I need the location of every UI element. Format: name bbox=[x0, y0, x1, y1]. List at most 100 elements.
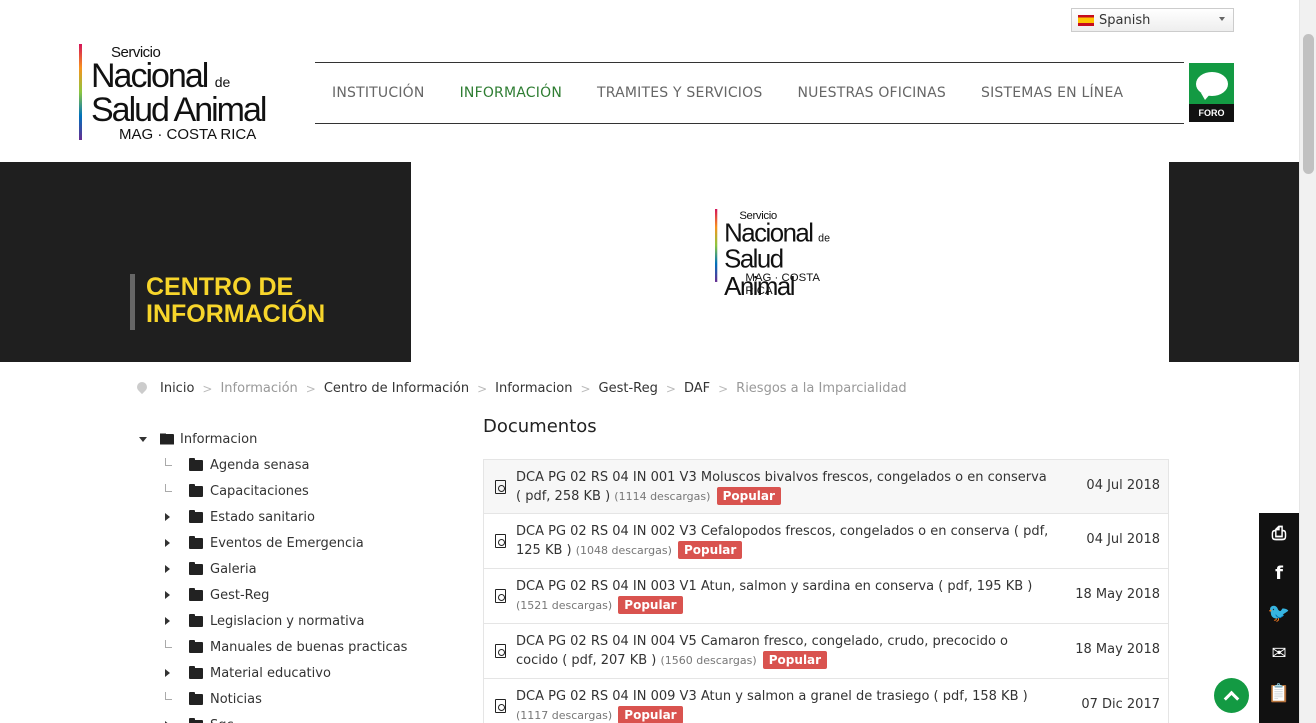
nav-item-2[interactable]: TRAMITES Y SERVICIOS bbox=[597, 85, 762, 101]
download-count: (1521 descargas) bbox=[516, 599, 613, 612]
breadcrumb-separator: > bbox=[477, 381, 488, 396]
folder-open-icon bbox=[160, 433, 174, 445]
caret-right-icon[interactable] bbox=[165, 617, 170, 625]
hero-logo-line4: MAG · COSTA RICA bbox=[745, 271, 820, 298]
folder-icon bbox=[189, 639, 203, 653]
page-title: CENTRO DE INFORMACIÓN bbox=[146, 274, 325, 328]
caret-down-icon[interactable] bbox=[139, 436, 147, 442]
popular-badge: Popular bbox=[618, 596, 683, 614]
location-pin-icon bbox=[137, 382, 147, 395]
foro-button[interactable]: FORO bbox=[1189, 63, 1234, 122]
folder-icon bbox=[189, 613, 203, 627]
tree-item[interactable]: Gest-Reg bbox=[137, 582, 467, 608]
breadcrumb-separator: > bbox=[202, 381, 213, 396]
tree-item[interactable]: Agenda senasa bbox=[137, 452, 467, 478]
document-link[interactable]: DCA PG 02 RS 04 IN 009 V3 Atun y salmon … bbox=[516, 689, 1028, 704]
scrollbar-thumb[interactable] bbox=[1303, 34, 1314, 174]
tree-root-label: Informacion bbox=[180, 431, 258, 447]
breadcrumb-item-1: Información bbox=[220, 381, 298, 396]
tree-item[interactable]: Sgc bbox=[137, 712, 467, 723]
document-row[interactable]: DCA PG 02 RS 04 IN 001 V3 Moluscos bival… bbox=[483, 459, 1169, 514]
document-row[interactable]: DCA PG 02 RS 04 IN 002 V3 Cefalopodos fr… bbox=[483, 514, 1169, 569]
breadcrumb-item-0[interactable]: Inicio bbox=[160, 381, 194, 396]
facebook-icon[interactable]: f bbox=[1259, 553, 1299, 593]
download-count: (1560 descargas) bbox=[660, 654, 757, 667]
tree-elbow-line bbox=[165, 640, 172, 648]
tree-item[interactable]: Capacitaciones bbox=[137, 478, 467, 504]
page-title-line1: CENTRO DE bbox=[146, 273, 294, 301]
hero-logo: Servicio Nacional de Salud Animal MAG · … bbox=[715, 209, 837, 300]
breadcrumb-item-4[interactable]: Gest-Reg bbox=[599, 381, 658, 396]
nav-item-1[interactable]: INFORMACIÓN bbox=[460, 85, 562, 101]
tree-item-label: Capacitaciones bbox=[210, 483, 309, 499]
twitter-icon[interactable]: 🐦 bbox=[1259, 593, 1299, 633]
breadcrumb-item-2[interactable]: Centro de Información bbox=[324, 381, 469, 396]
document-text: DCA PG 02 RS 04 IN 004 V5 Camaron fresco… bbox=[516, 633, 1051, 670]
tree-item-label: Eventos de Emergencia bbox=[210, 535, 364, 551]
documents-heading: Documentos bbox=[483, 416, 597, 437]
popular-badge: Popular bbox=[618, 706, 683, 723]
pdf-file-icon bbox=[495, 644, 506, 658]
caret-right-icon[interactable] bbox=[165, 565, 170, 573]
caret-right-icon[interactable] bbox=[165, 591, 170, 599]
document-row[interactable]: DCA PG 02 RS 04 IN 003 V1 Atun, salmon y… bbox=[483, 569, 1169, 624]
back-to-top-button[interactable] bbox=[1214, 678, 1249, 713]
tree-item[interactable]: Manuales de buenas practicas bbox=[137, 634, 467, 660]
breadcrumb-separator: > bbox=[580, 381, 591, 396]
caret-right-icon[interactable] bbox=[165, 513, 170, 521]
page-title-line2: INFORMACIÓN bbox=[146, 300, 326, 328]
download-count: (1048 descargas) bbox=[575, 544, 672, 557]
social-share-bar: ⎙ f 🐦 ✉ 📋 bbox=[1259, 513, 1299, 723]
download-count: (1114 descargas) bbox=[614, 490, 711, 503]
tree-item[interactable]: Estado sanitario bbox=[137, 504, 467, 530]
site-logo[interactable]: Servicio Nacional de Salud Animal MAG · … bbox=[79, 44, 289, 143]
foro-icon-area bbox=[1189, 63, 1234, 104]
foro-label: FORO bbox=[1189, 104, 1234, 122]
language-select[interactable]: Spanish bbox=[1071, 8, 1234, 32]
folder-icon bbox=[189, 457, 203, 471]
page-scrollbar[interactable] bbox=[1299, 0, 1316, 723]
tree-item[interactable]: Galeria bbox=[137, 556, 467, 582]
nav-item-4[interactable]: SISTEMAS EN LÍNEA bbox=[981, 85, 1123, 101]
breadcrumb-item-5[interactable]: DAF bbox=[684, 381, 710, 396]
tree-item-label: Estado sanitario bbox=[210, 509, 315, 525]
caret-right-icon[interactable] bbox=[165, 669, 170, 677]
tree-item[interactable]: Material educativo bbox=[137, 660, 467, 686]
email-icon[interactable]: ✉ bbox=[1259, 633, 1299, 673]
popular-badge: Popular bbox=[678, 541, 743, 559]
document-date: 04 Jul 2018 bbox=[1086, 477, 1160, 493]
hero-left-panel: CENTRO DE INFORMACIÓN bbox=[0, 162, 411, 362]
document-text: DCA PG 02 RS 04 IN 001 V3 Moluscos bival… bbox=[516, 469, 1051, 506]
tree-item[interactable]: Legislacion y normativa bbox=[137, 608, 467, 634]
tree-item-label: Galeria bbox=[210, 561, 257, 577]
tree-item[interactable]: Noticias bbox=[137, 686, 467, 712]
document-link[interactable]: DCA PG 02 RS 04 IN 003 V1 Atun, salmon y… bbox=[516, 579, 1032, 594]
download-count: (1117 descargas) bbox=[516, 709, 613, 722]
tree-item[interactable]: Eventos de Emergencia bbox=[137, 530, 467, 556]
print-icon[interactable]: ⎙ bbox=[1259, 513, 1299, 553]
breadcrumb-item-3[interactable]: Informacion bbox=[495, 381, 572, 396]
chevron-up-icon bbox=[1223, 690, 1240, 706]
nav-item-3[interactable]: NUESTRAS OFICINAS bbox=[797, 85, 946, 101]
document-text: DCA PG 02 RS 04 IN 009 V3 Atun y salmon … bbox=[516, 688, 1051, 723]
caret-right-icon[interactable] bbox=[165, 539, 170, 547]
document-row[interactable]: DCA PG 02 RS 04 IN 004 V5 Camaron fresco… bbox=[483, 624, 1169, 679]
tree-elbow-line bbox=[165, 458, 172, 466]
pdf-file-icon bbox=[495, 589, 506, 603]
document-date: 18 May 2018 bbox=[1075, 642, 1160, 657]
logo-line4: MAG · COSTA RICA bbox=[119, 126, 257, 143]
document-link[interactable]: DCA PG 02 RS 04 IN 001 V3 Moluscos bival… bbox=[516, 470, 1047, 504]
folder-icon bbox=[189, 665, 203, 679]
tree-root-item[interactable]: Informacion bbox=[137, 426, 467, 452]
hero-right-panel bbox=[1169, 162, 1299, 362]
category-tree: Informacion Agenda senasa Capacitaciones E… bbox=[137, 426, 467, 723]
folder-icon bbox=[189, 483, 203, 497]
document-row[interactable]: DCA PG 02 RS 04 IN 009 V3 Atun y salmon … bbox=[483, 679, 1169, 723]
spain-flag-icon bbox=[1078, 14, 1094, 26]
document-date: 04 Jul 2018 bbox=[1086, 532, 1160, 547]
nav-item-0[interactable]: INSTITUCIÓN bbox=[332, 85, 425, 101]
hero-accent-rule bbox=[130, 274, 135, 330]
tree-item-label: Manuales de buenas practicas bbox=[210, 639, 408, 655]
clipboard-icon[interactable]: 📋 bbox=[1259, 673, 1299, 713]
logo-color-bar bbox=[79, 44, 82, 140]
